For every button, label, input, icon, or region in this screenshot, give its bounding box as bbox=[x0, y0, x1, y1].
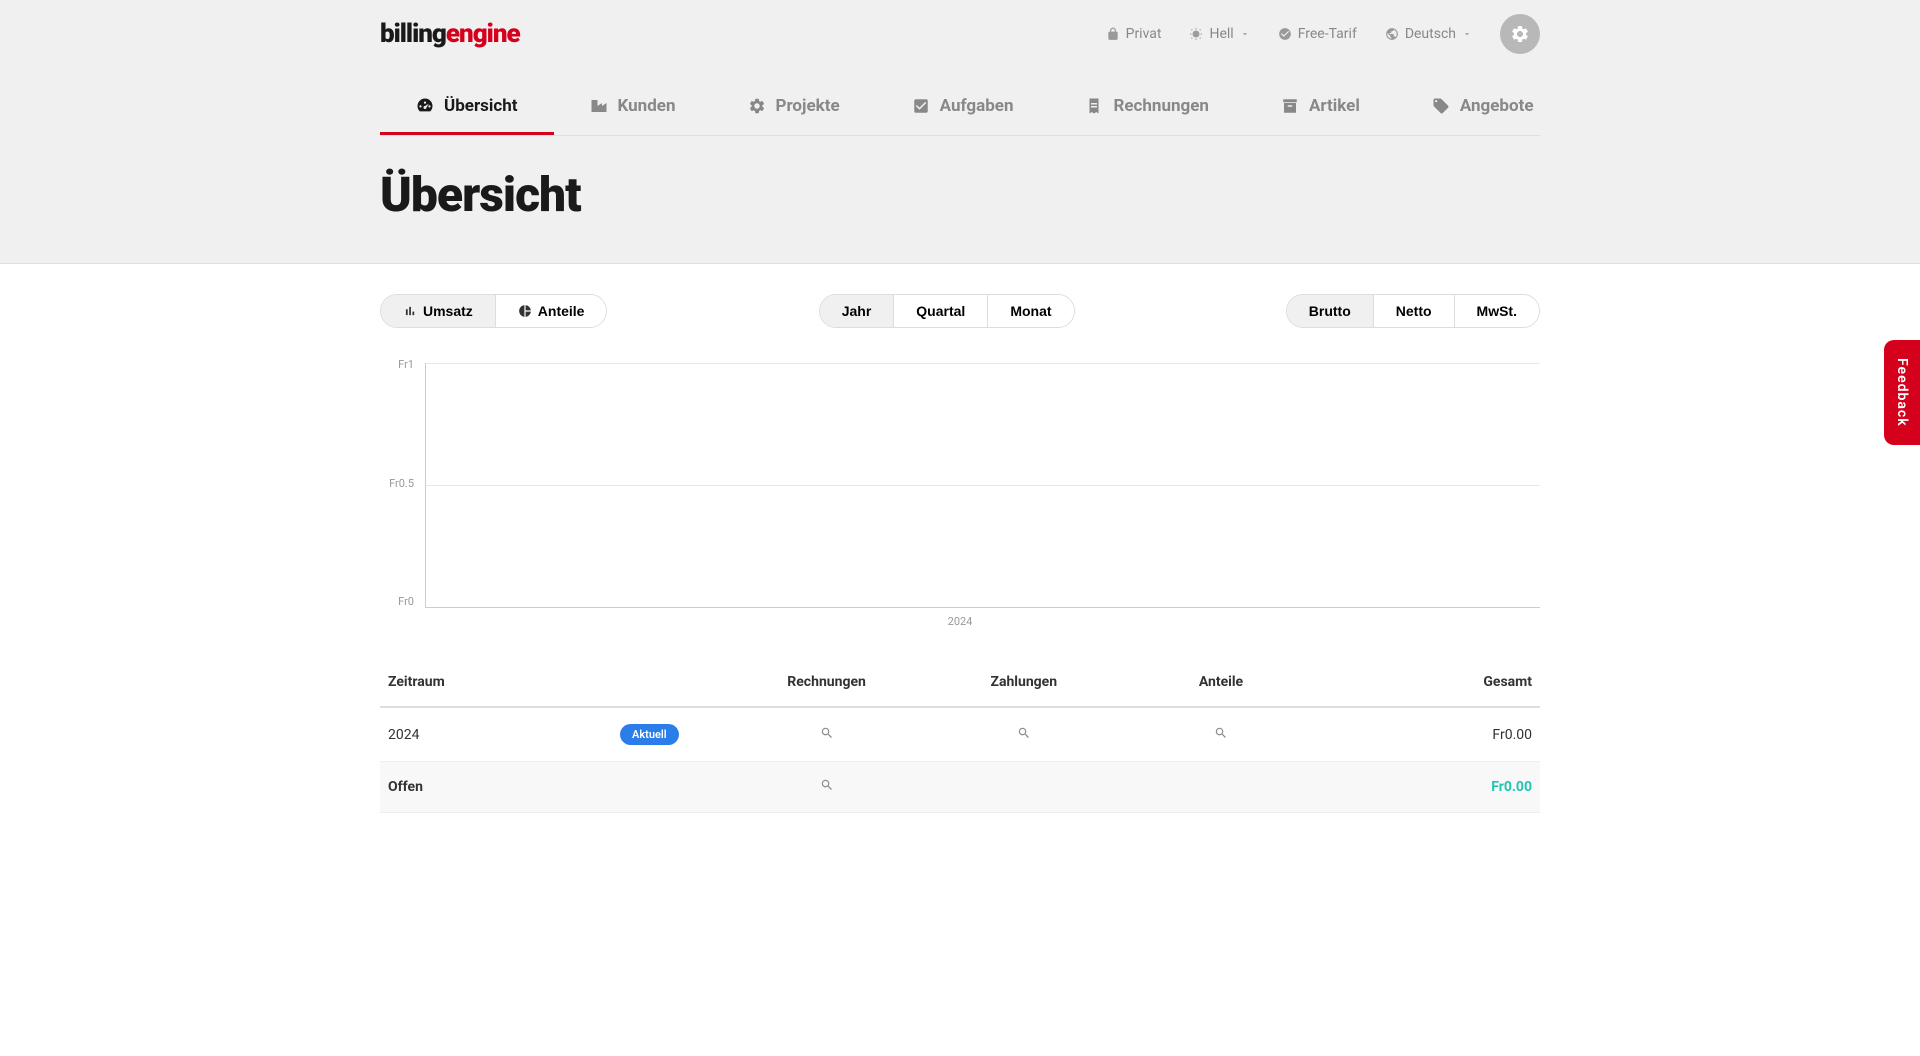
chart-y-axis: Fr1 Fr0.5 Fr0 bbox=[380, 358, 420, 608]
tab-projekte[interactable]: Projekte bbox=[712, 84, 876, 135]
col-rechnungen: Rechnungen bbox=[728, 658, 925, 707]
toggle-label: Quartal bbox=[916, 303, 965, 319]
tab-angebote[interactable]: Angebote bbox=[1396, 84, 1570, 135]
sun-icon bbox=[1189, 27, 1203, 41]
cell-total: Fr0.00 bbox=[1320, 707, 1540, 762]
tab-aufgaben[interactable]: Aufgaben bbox=[876, 84, 1050, 135]
theme-label: Hell bbox=[1209, 26, 1233, 42]
tab-label: Angebote bbox=[1460, 96, 1534, 116]
toggle-label: Umsatz bbox=[423, 303, 473, 319]
cell-offen: Offen bbox=[380, 762, 612, 813]
search-icon[interactable] bbox=[820, 778, 834, 792]
top-links: Privat Hell Free-Tarif Deutsch bbox=[1106, 14, 1540, 54]
toggle-quartal[interactable]: Quartal bbox=[894, 295, 988, 327]
tab-rechnungen[interactable]: Rechnungen bbox=[1049, 84, 1244, 135]
badge-aktuell: Aktuell bbox=[620, 724, 679, 745]
toggle-anteile[interactable]: Anteile bbox=[496, 295, 607, 327]
tax-toggle-group: Brutto Netto MwSt. bbox=[1286, 294, 1540, 328]
tab-label: Rechnungen bbox=[1113, 96, 1208, 116]
toggle-monat[interactable]: Monat bbox=[988, 295, 1073, 327]
y-tick: Fr0.5 bbox=[380, 477, 414, 490]
toggle-netto[interactable]: Netto bbox=[1374, 295, 1455, 327]
tab-label: Übersicht bbox=[444, 96, 518, 116]
tab-label: Kunden bbox=[618, 96, 676, 116]
toggle-mwst[interactable]: MwSt. bbox=[1455, 295, 1539, 327]
cell-offen-total: Fr0.00 bbox=[1320, 762, 1540, 813]
cell-period: 2024 bbox=[380, 707, 612, 762]
toggle-label: Anteile bbox=[538, 303, 585, 319]
theme-link[interactable]: Hell bbox=[1189, 26, 1249, 42]
y-tick: Fr0 bbox=[380, 595, 414, 608]
revenue-chart: Fr1 Fr0.5 Fr0 2024 bbox=[380, 358, 1540, 628]
bar-chart-icon bbox=[403, 304, 417, 318]
search-icon[interactable] bbox=[1017, 726, 1031, 740]
table-row: 2024 Aktuell Fr0.00 bbox=[380, 707, 1540, 762]
tab-artikel[interactable]: Artikel bbox=[1245, 84, 1396, 135]
period-toggle-group: Jahr Quartal Monat bbox=[819, 294, 1075, 328]
lock-icon bbox=[1106, 27, 1120, 41]
plan-label: Free-Tarif bbox=[1298, 26, 1357, 42]
view-toggle-group: Umsatz Anteile bbox=[380, 294, 607, 328]
toggle-label: Brutto bbox=[1309, 303, 1351, 319]
search-icon[interactable] bbox=[1214, 726, 1228, 740]
col-gesamt: Gesamt bbox=[1320, 658, 1540, 707]
check-badge-icon bbox=[1278, 27, 1292, 41]
y-tick: Fr1 bbox=[380, 358, 414, 371]
toggle-label: MwSt. bbox=[1477, 303, 1517, 319]
table-header-row: Zeitraum Rechnungen Zahlungen Anteile Ge… bbox=[380, 658, 1540, 707]
summary-table: Zeitraum Rechnungen Zahlungen Anteile Ge… bbox=[380, 658, 1540, 813]
logo[interactable]: billingengine bbox=[380, 19, 520, 49]
col-zahlungen: Zahlungen bbox=[925, 658, 1122, 707]
tab-uebersicht[interactable]: Übersicht bbox=[380, 84, 554, 135]
settings-button[interactable] bbox=[1500, 14, 1540, 54]
toggle-umsatz[interactable]: Umsatz bbox=[381, 295, 496, 327]
privacy-label: Privat bbox=[1126, 26, 1162, 42]
tab-label: Aufgaben bbox=[940, 96, 1014, 116]
dashboard-icon bbox=[416, 97, 434, 115]
col-zeitraum: Zeitraum bbox=[380, 658, 612, 707]
feedback-label: Feedback bbox=[1894, 358, 1910, 427]
globe-icon bbox=[1385, 27, 1399, 41]
pie-chart-icon bbox=[518, 304, 532, 318]
tab-kunden[interactable]: Kunden bbox=[554, 84, 712, 135]
privacy-link[interactable]: Privat bbox=[1106, 26, 1162, 42]
col-anteile: Anteile bbox=[1122, 658, 1319, 707]
logo-part1: billing bbox=[380, 19, 446, 49]
receipt-icon bbox=[1085, 97, 1103, 115]
toggle-brutto[interactable]: Brutto bbox=[1287, 295, 1374, 327]
tab-label: Projekte bbox=[776, 96, 840, 116]
main-nav: Übersicht Kunden Projekte Aufgaben Rechn… bbox=[380, 84, 1540, 136]
plan-link[interactable]: Free-Tarif bbox=[1278, 26, 1357, 42]
language-link[interactable]: Deutsch bbox=[1385, 26, 1472, 42]
page-title: Übersicht bbox=[380, 136, 1540, 263]
check-square-icon bbox=[912, 97, 930, 115]
x-tick: 2024 bbox=[948, 615, 973, 628]
logo-part2: engine bbox=[446, 19, 520, 49]
chart-plot bbox=[425, 363, 1540, 608]
gear-icon bbox=[748, 97, 766, 115]
gears-icon bbox=[1510, 24, 1530, 44]
search-icon[interactable] bbox=[820, 726, 834, 740]
tag-icon bbox=[1432, 97, 1450, 115]
feedback-tab[interactable]: Feedback bbox=[1884, 340, 1920, 445]
tab-label: Artikel bbox=[1309, 96, 1360, 116]
factory-icon bbox=[590, 97, 608, 115]
toggle-label: Monat bbox=[1010, 303, 1051, 319]
table-footer-row: Offen Fr0.00 bbox=[380, 762, 1540, 813]
toggle-label: Jahr bbox=[842, 303, 872, 319]
archive-icon bbox=[1281, 97, 1299, 115]
toggle-label: Netto bbox=[1396, 303, 1432, 319]
language-label: Deutsch bbox=[1405, 26, 1456, 42]
toggle-jahr[interactable]: Jahr bbox=[820, 295, 895, 327]
chevron-down-icon bbox=[1240, 29, 1250, 39]
chevron-down-icon bbox=[1462, 29, 1472, 39]
